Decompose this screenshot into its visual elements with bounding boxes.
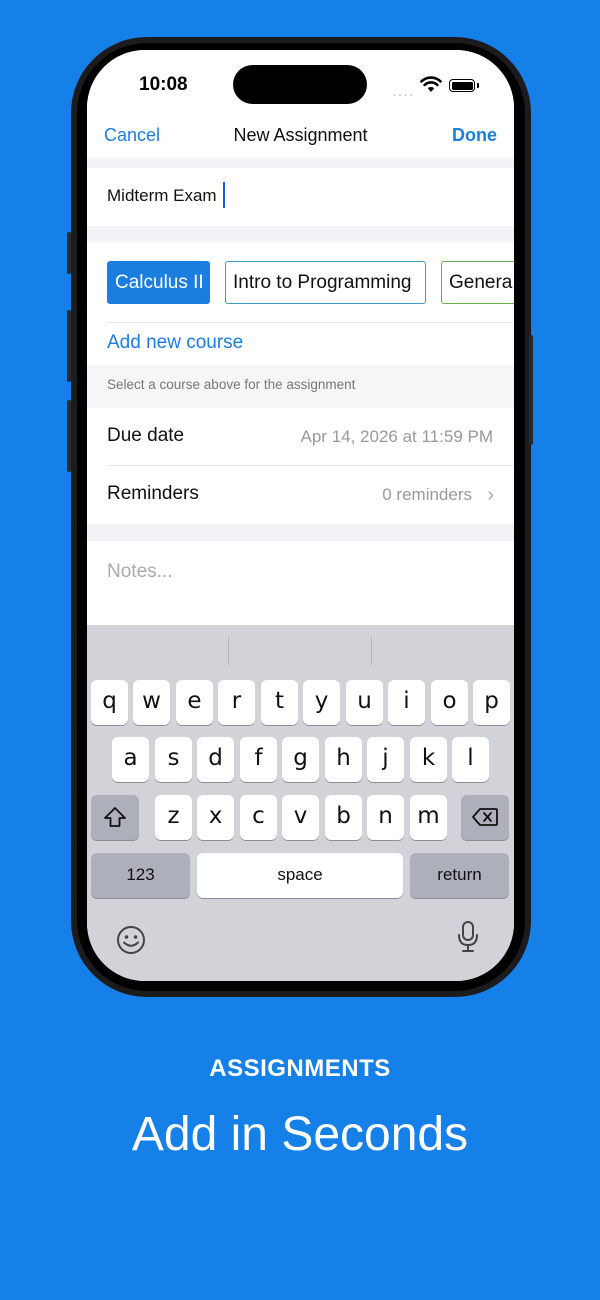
key-m[interactable]: m: [410, 795, 447, 840]
battery-tip: [477, 83, 479, 88]
assignment-title-input[interactable]: Midterm Exam: [107, 186, 217, 206]
chevron-right-icon: ›: [487, 484, 494, 506]
space-key[interactable]: space: [197, 853, 403, 898]
dynamic-island: [233, 65, 367, 104]
return-key[interactable]: return: [410, 853, 509, 898]
side-button-volume-down: [67, 400, 71, 472]
course-section: Calculus II Intro to Programming Genera …: [87, 242, 514, 408]
keyboard: q w e r t y u i o p a s d f g h j k l z …: [87, 625, 514, 981]
side-button-action: [67, 232, 71, 274]
divider: [107, 322, 514, 323]
key-d[interactable]: d: [197, 737, 234, 782]
due-date-value[interactable]: Apr 14, 2026 at 11:59 PM: [301, 427, 493, 447]
phone-screen: 10:08 ···· New Assignment Cancel Done Mi…: [87, 50, 514, 981]
status-bar: 10:08 ····: [87, 50, 514, 114]
add-new-course-button[interactable]: Add new course: [107, 332, 243, 354]
battery-level: [451, 81, 473, 90]
backspace-key[interactable]: [461, 795, 509, 840]
status-time: 10:08: [139, 74, 188, 95]
course-hint-band: Select a course above for the assignment: [87, 365, 514, 408]
backspace-icon: [472, 808, 498, 826]
key-p[interactable]: p: [473, 680, 510, 725]
side-button-volume-up: [67, 310, 71, 382]
key-n[interactable]: n: [367, 795, 404, 840]
reminders-value: 0 reminders: [382, 485, 472, 504]
key-a[interactable]: a: [112, 737, 149, 782]
key-h[interactable]: h: [325, 737, 362, 782]
key-x[interactable]: x: [197, 795, 234, 840]
text-cursor: [223, 182, 225, 208]
suggestion-divider: [371, 637, 372, 665]
key-b[interactable]: b: [325, 795, 362, 840]
cancel-button[interactable]: Cancel: [104, 125, 160, 146]
key-i[interactable]: i: [388, 680, 425, 725]
reminders-row[interactable]: Reminders 0 reminders ›: [87, 466, 514, 524]
emoji-icon[interactable]: [115, 924, 147, 956]
feature-category-label: ASSIGNMENTS: [209, 1055, 391, 1082]
assignment-title-section: Midterm Exam: [87, 168, 514, 226]
cellular-signal-icon: ····: [392, 86, 415, 102]
navigation-bar: New Assignment Cancel Done: [87, 114, 514, 158]
key-l[interactable]: l: [452, 737, 489, 782]
key-f[interactable]: f: [240, 737, 277, 782]
details-section: Due date Apr 14, 2026 at 11:59 PM Remind…: [87, 408, 514, 524]
key-c[interactable]: c: [240, 795, 277, 840]
microphone-icon[interactable]: [457, 920, 479, 954]
course-chip-calculus-ii[interactable]: Calculus II: [107, 261, 210, 304]
key-v[interactable]: v: [282, 795, 319, 840]
battery-icon: [449, 79, 475, 92]
key-g[interactable]: g: [282, 737, 319, 782]
side-button-power: [529, 335, 533, 445]
key-u[interactable]: u: [346, 680, 383, 725]
course-chip-general[interactable]: Genera: [441, 261, 514, 304]
shift-key[interactable]: [91, 795, 139, 840]
shift-icon: [104, 807, 126, 827]
key-r[interactable]: r: [218, 680, 255, 725]
key-o[interactable]: o: [431, 680, 468, 725]
notes-input[interactable]: Notes...: [107, 561, 172, 583]
course-hint-text: Select a course above for the assignment: [107, 377, 356, 392]
feature-headline: Add in Seconds: [131, 1108, 469, 1161]
key-t[interactable]: t: [261, 680, 298, 725]
course-chip-intro-to-programming[interactable]: Intro to Programming: [225, 261, 426, 304]
due-date-label: Due date: [107, 425, 185, 446]
key-y[interactable]: y: [303, 680, 340, 725]
key-j[interactable]: j: [367, 737, 404, 782]
key-s[interactable]: s: [155, 737, 192, 782]
key-q[interactable]: q: [91, 680, 128, 725]
key-z[interactable]: z: [155, 795, 192, 840]
key-w[interactable]: w: [133, 680, 170, 725]
due-date-row[interactable]: Due date Apr 14, 2026 at 11:59 PM: [87, 408, 514, 466]
key-e[interactable]: e: [176, 680, 213, 725]
suggestion-divider: [228, 637, 229, 665]
key-k[interactable]: k: [410, 737, 447, 782]
notes-section: Notes...: [87, 541, 514, 625]
numbers-key[interactable]: 123: [91, 853, 190, 898]
done-button[interactable]: Done: [452, 125, 497, 146]
reminders-label: Reminders: [107, 483, 199, 504]
wifi-icon: [420, 76, 442, 92]
